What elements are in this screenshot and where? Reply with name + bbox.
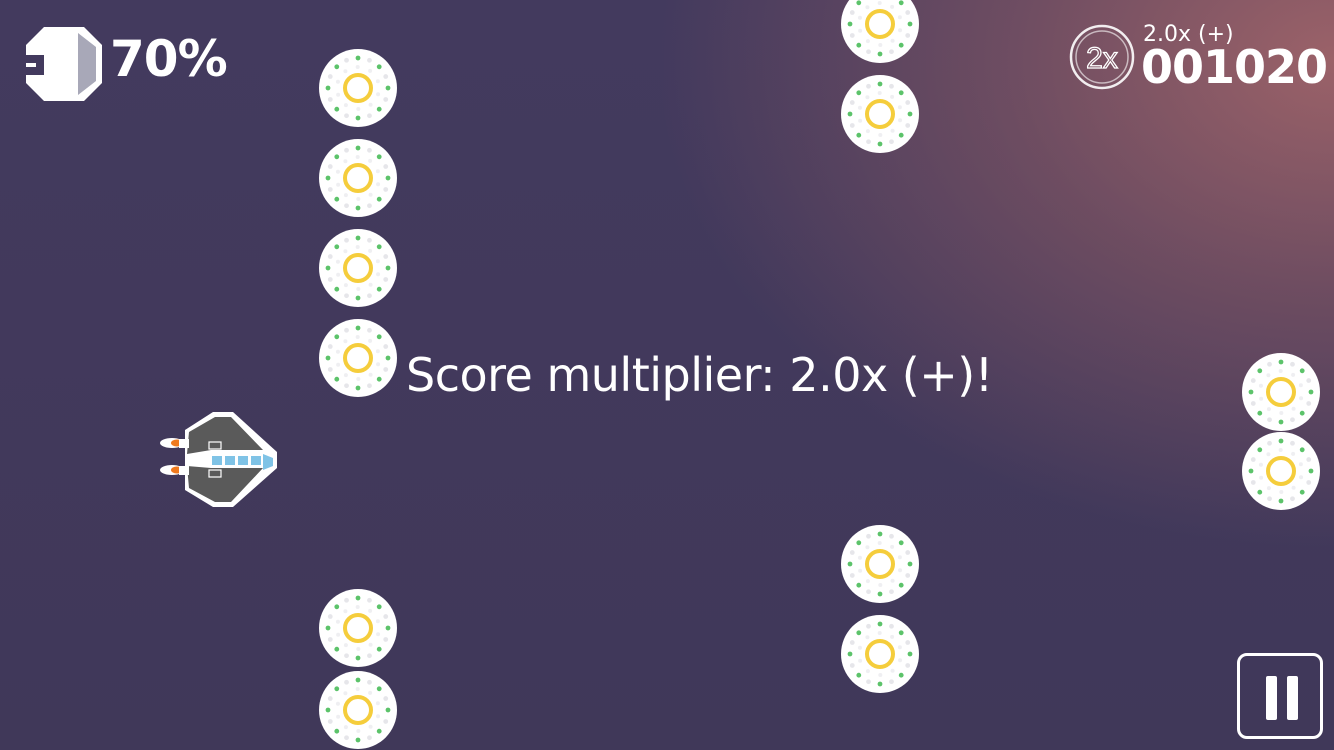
mine-icon xyxy=(319,319,397,397)
mine-icon xyxy=(841,75,919,153)
pause-button[interactable] xyxy=(1237,653,1323,739)
pause-icon xyxy=(1266,676,1277,720)
mine-icon xyxy=(841,615,919,693)
mine-icon xyxy=(841,0,919,63)
mine-icon xyxy=(319,139,397,217)
mine-icon xyxy=(319,589,397,667)
pause-icon xyxy=(1287,676,1298,720)
mine-icon xyxy=(319,671,397,749)
health-percent: 70% xyxy=(110,30,228,88)
spaceship-icon xyxy=(160,412,277,507)
mine-icon xyxy=(841,525,919,603)
score-value: 001020 xyxy=(1141,40,1328,94)
ship-health-icon xyxy=(26,27,102,101)
mine-icon xyxy=(319,49,397,127)
multiplier-badge-label: 2x xyxy=(1086,42,1118,75)
mine-icon xyxy=(1242,432,1320,510)
multiplier-badge: 2x xyxy=(1069,24,1135,90)
mine-icon xyxy=(319,229,397,307)
mine-icon xyxy=(1242,353,1320,431)
multiplier-message: Score multiplier: 2.0x (+)! xyxy=(406,348,993,402)
